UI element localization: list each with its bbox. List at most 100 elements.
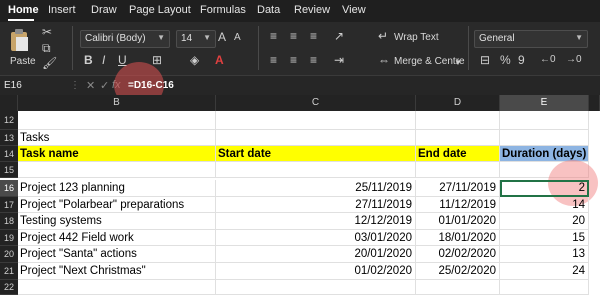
tab-home[interactable]: Home bbox=[8, 4, 39, 16]
row-header[interactable]: 13 bbox=[0, 130, 18, 146]
name-box-dropdown-icon[interactable]: ⋮ bbox=[70, 80, 80, 91]
task-name-cell[interactable]: Testing systems bbox=[18, 213, 216, 230]
header-end-date[interactable]: End date bbox=[416, 146, 500, 162]
end-date-cell[interactable]: 18/01/2020 bbox=[416, 230, 500, 246]
align-left-icon[interactable]: ≡ bbox=[270, 54, 277, 66]
start-date-cell[interactable]: 01/02/2020 bbox=[216, 263, 416, 280]
align-right-icon[interactable]: ≡ bbox=[310, 54, 317, 66]
wrap-text-button[interactable]: Wrap Text bbox=[394, 32, 439, 43]
end-date-cell[interactable]: 02/02/2020 bbox=[416, 246, 500, 263]
tab-data[interactable]: Data bbox=[257, 4, 280, 16]
decrease-decimal-icon[interactable]: →0 bbox=[566, 54, 582, 66]
column-header-c[interactable]: C bbox=[216, 95, 416, 111]
column-header-f[interactable] bbox=[589, 95, 600, 111]
start-date-cell[interactable]: 03/01/2020 bbox=[216, 230, 416, 246]
duration-cell[interactable]: 15 bbox=[500, 230, 589, 246]
increase-decimal-icon[interactable]: ←0 bbox=[540, 54, 556, 66]
currency-icon[interactable]: ⊟ bbox=[480, 54, 490, 66]
align-bottom-icon[interactable]: ≡ bbox=[310, 30, 317, 42]
tab-draw[interactable]: Draw bbox=[91, 4, 117, 16]
copy-icon[interactable]: ⧉ bbox=[42, 42, 51, 54]
column-header-e[interactable]: E bbox=[500, 95, 589, 111]
cell-c13[interactable] bbox=[216, 130, 416, 146]
duration-cell[interactable]: 24 bbox=[500, 263, 589, 280]
paste-icon[interactable] bbox=[8, 28, 30, 52]
row-header[interactable]: 12 bbox=[0, 111, 18, 130]
row-header[interactable]: 15 bbox=[0, 162, 18, 178]
task-name-cell[interactable]: Project "Polarbear" preparations bbox=[18, 197, 216, 213]
align-top-icon[interactable]: ≡ bbox=[270, 30, 277, 42]
cell-b12[interactable] bbox=[18, 111, 216, 130]
column-header-b[interactable]: B bbox=[18, 95, 216, 111]
increase-font-icon[interactable]: A bbox=[218, 31, 226, 43]
duration-cell[interactable]: 20 bbox=[500, 213, 589, 230]
formula-input[interactable]: =D16-C16 bbox=[128, 80, 174, 91]
number-format-select[interactable]: General ▼ bbox=[474, 30, 588, 48]
tab-review[interactable]: Review bbox=[294, 4, 330, 16]
cell-d12[interactable] bbox=[416, 111, 500, 130]
tab-page-layout[interactable]: Page Layout bbox=[129, 4, 191, 16]
cell-e12[interactable] bbox=[500, 111, 589, 130]
cell-c12[interactable] bbox=[216, 111, 416, 130]
row-header[interactable]: 16 bbox=[0, 180, 18, 197]
duration-cell[interactable]: 14 bbox=[500, 197, 589, 213]
select-all-corner[interactable] bbox=[0, 95, 18, 111]
cell-b22[interactable] bbox=[18, 280, 216, 295]
row-header[interactable]: 17 bbox=[0, 197, 18, 213]
row-header[interactable]: 22 bbox=[0, 280, 18, 295]
cut-icon[interactable]: ✂ bbox=[42, 26, 52, 38]
percent-button[interactable]: % bbox=[500, 54, 511, 66]
end-date-cell[interactable]: 25/02/2020 bbox=[416, 263, 500, 280]
task-name-cell[interactable]: Project "Santa" actions bbox=[18, 246, 216, 263]
decrease-font-icon[interactable]: A bbox=[234, 32, 241, 44]
cell-e22[interactable] bbox=[500, 280, 589, 295]
comma-button[interactable]: 9 bbox=[518, 54, 525, 66]
start-date-cell[interactable]: 27/11/2019 bbox=[216, 197, 416, 213]
task-name-cell[interactable]: Project 442 Field work bbox=[18, 230, 216, 246]
row-header[interactable]: 20 bbox=[0, 246, 18, 263]
chevron-down-icon[interactable]: ▼ bbox=[454, 57, 462, 69]
bold-button[interactable]: B bbox=[84, 54, 93, 66]
cell-d13[interactable] bbox=[416, 130, 500, 146]
end-date-cell[interactable]: 01/01/2020 bbox=[416, 213, 500, 230]
end-date-cell[interactable]: 11/12/2019 bbox=[416, 197, 500, 213]
cell-b15[interactable] bbox=[18, 162, 216, 178]
start-date-cell[interactable]: 12/12/2019 bbox=[216, 213, 416, 230]
merge-icon[interactable]: ⇔ bbox=[378, 54, 390, 66]
cell-c15[interactable] bbox=[216, 162, 416, 178]
duration-cell[interactable]: 13 bbox=[500, 246, 589, 263]
italic-button[interactable]: I bbox=[102, 54, 105, 66]
duration-cell-selected[interactable]: 2 bbox=[500, 180, 589, 197]
row-header[interactable]: 21 bbox=[0, 263, 18, 280]
wrap-text-icon[interactable]: ↵ bbox=[378, 30, 388, 42]
start-date-cell[interactable]: 25/11/2019 bbox=[216, 180, 416, 197]
font-size-select[interactable]: 14 ▼ bbox=[176, 30, 216, 48]
format-painter-icon[interactable]: 🖌 bbox=[42, 57, 57, 69]
header-task-name[interactable]: Task name bbox=[18, 146, 216, 162]
indent-icon[interactable]: ⇥ bbox=[334, 54, 344, 66]
borders-icon[interactable]: ⊞ bbox=[152, 54, 162, 66]
align-middle-icon[interactable]: ≡ bbox=[290, 30, 297, 42]
font-color-icon[interactable]: A bbox=[215, 54, 224, 66]
name-box[interactable]: E16 bbox=[4, 80, 22, 91]
tab-view[interactable]: View bbox=[342, 4, 366, 16]
cell-d22[interactable] bbox=[416, 280, 500, 295]
row-header[interactable]: 18 bbox=[0, 213, 18, 230]
enter-icon[interactable]: ✓ bbox=[100, 79, 109, 92]
cancel-icon[interactable]: ✕ bbox=[86, 79, 95, 92]
cell-d15[interactable] bbox=[416, 162, 500, 178]
row-header[interactable]: 14 bbox=[0, 146, 18, 162]
tab-formulas[interactable]: Formulas bbox=[200, 4, 246, 16]
task-name-cell[interactable]: Project "Next Christmas" bbox=[18, 263, 216, 280]
end-date-cell[interactable]: 27/11/2019 bbox=[416, 180, 500, 197]
cell-b13[interactable]: Tasks bbox=[18, 130, 216, 146]
font-name-select[interactable]: Calibri (Body) ▼ bbox=[80, 30, 170, 48]
fill-color-icon[interactable]: ◈ bbox=[190, 54, 199, 66]
align-center-icon[interactable]: ≡ bbox=[290, 54, 297, 66]
header-start-date[interactable]: Start date bbox=[216, 146, 416, 162]
task-name-cell[interactable]: Project 123 planning bbox=[18, 180, 216, 197]
orientation-icon[interactable]: ↗ bbox=[334, 30, 344, 42]
cell-c22[interactable] bbox=[216, 280, 416, 295]
row-header[interactable]: 19 bbox=[0, 230, 18, 246]
tab-insert[interactable]: Insert bbox=[48, 4, 76, 16]
